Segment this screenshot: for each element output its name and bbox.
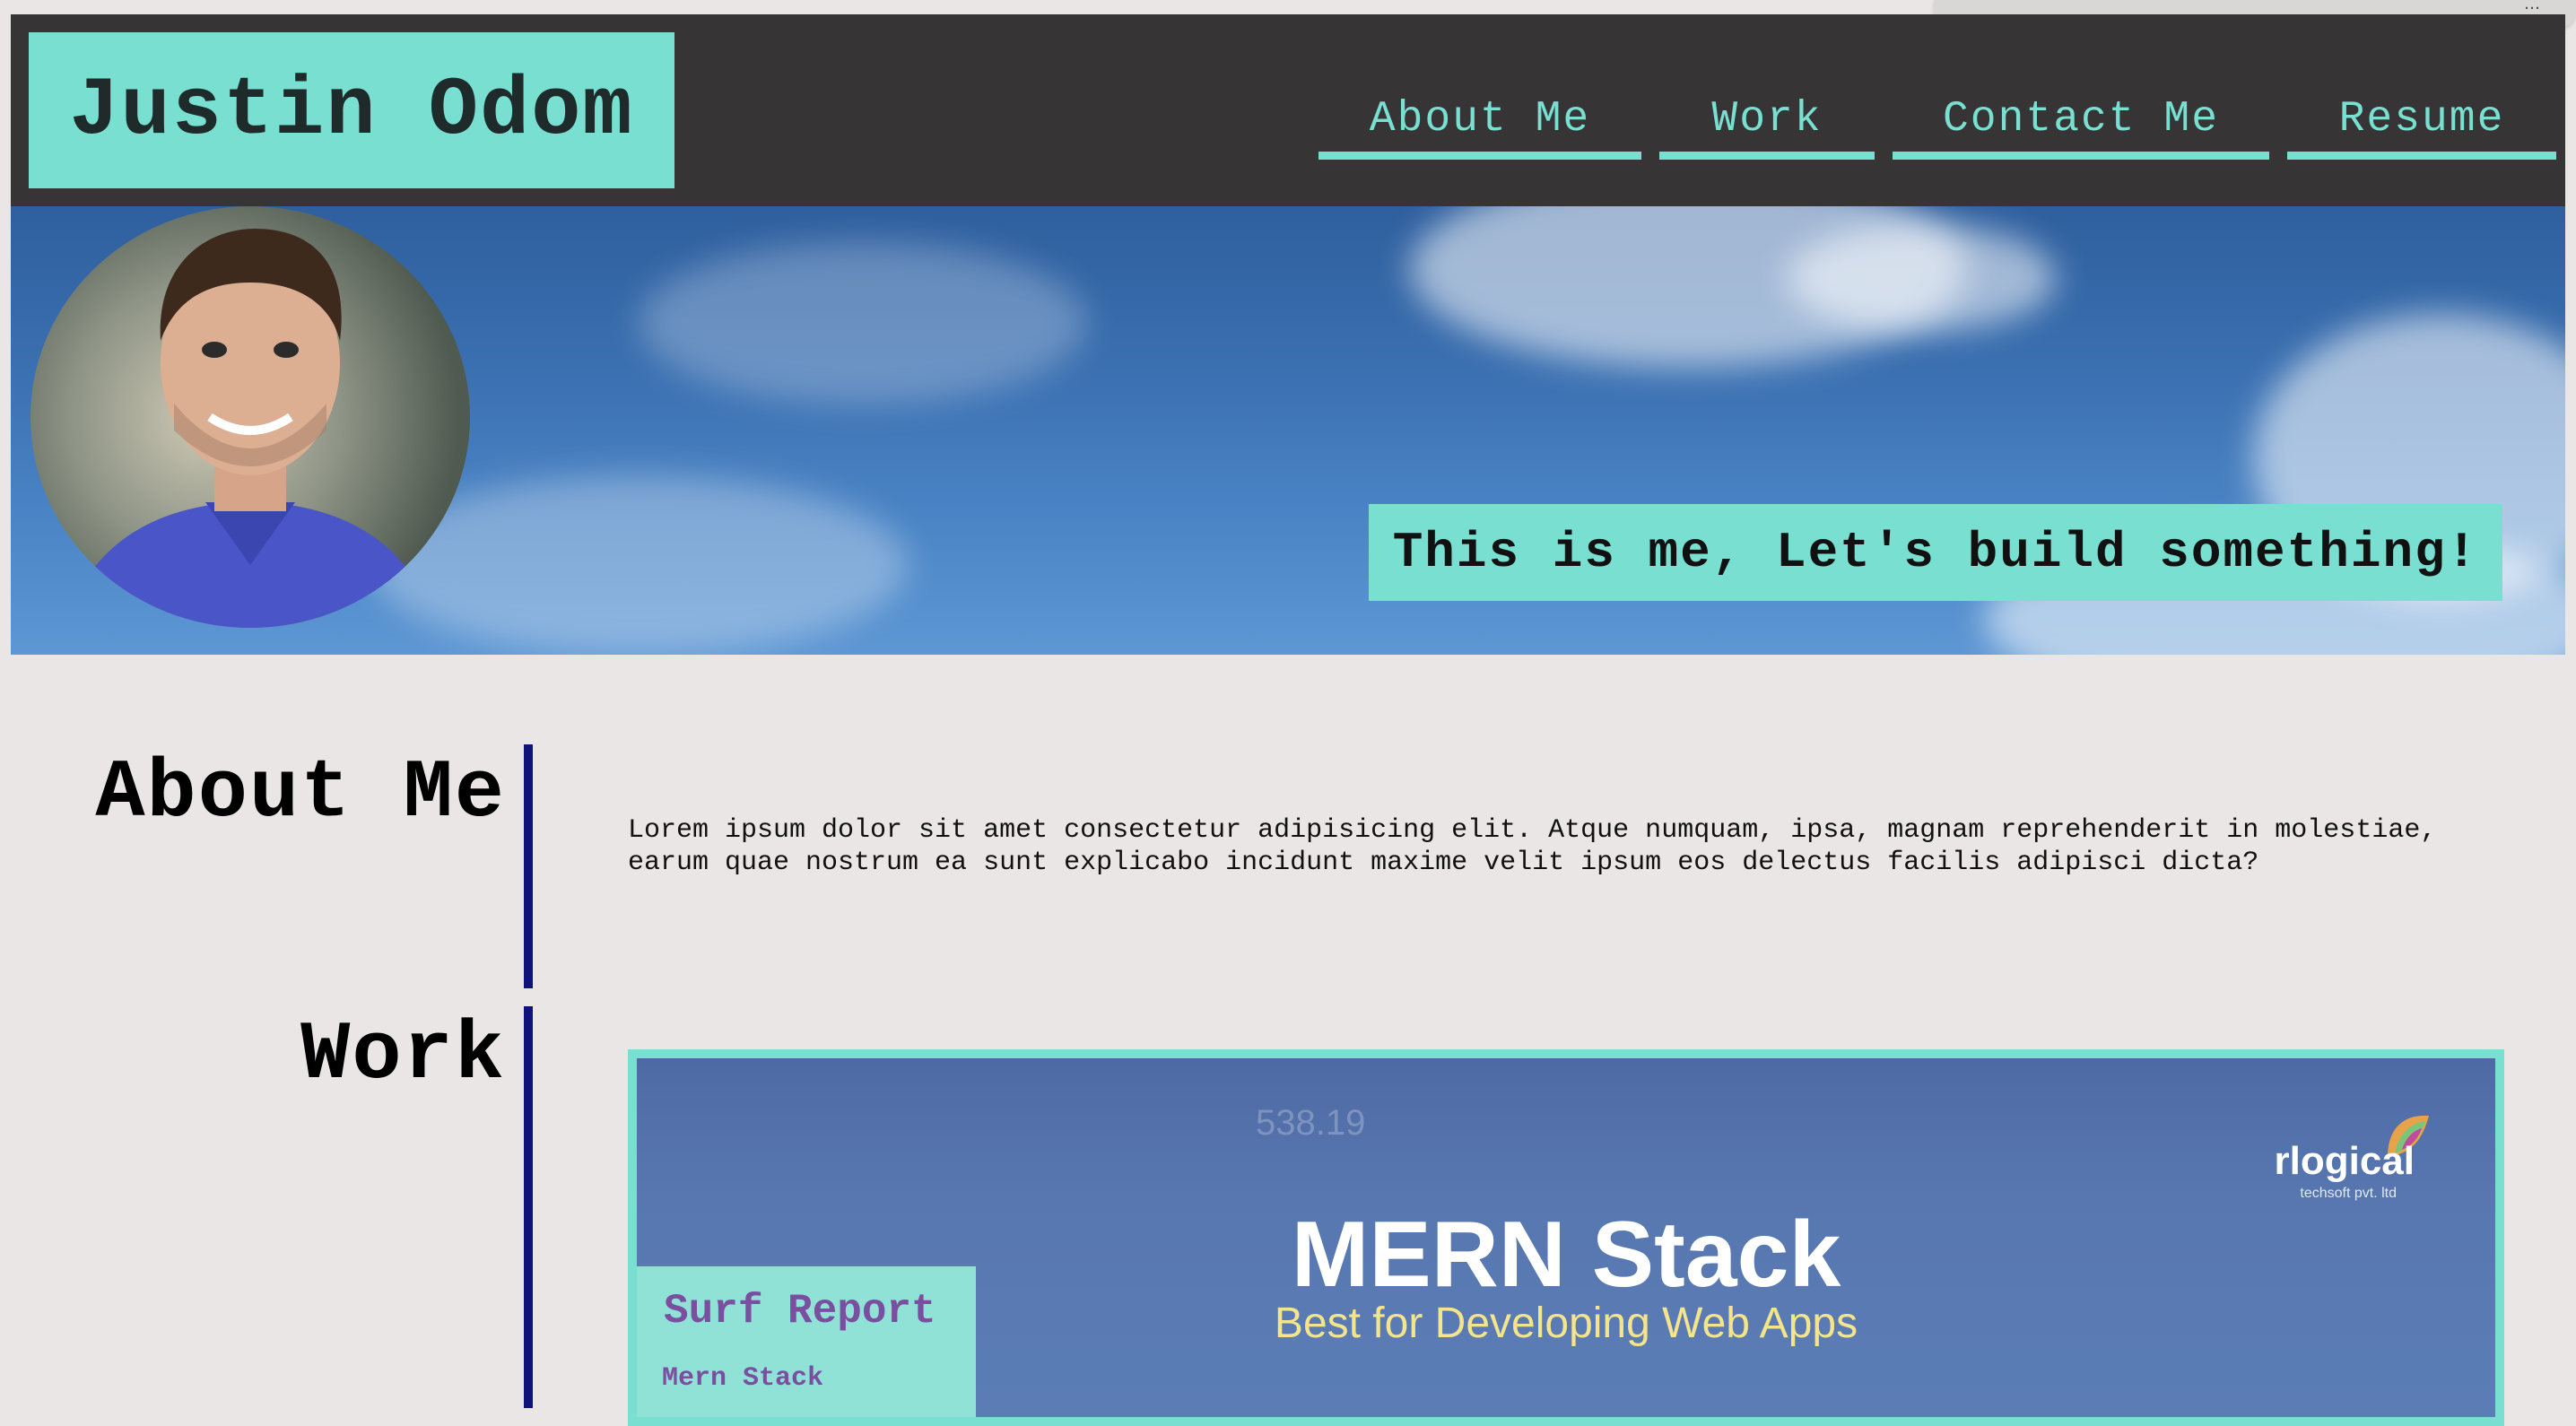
cloud [1787,224,2056,332]
hero-banner: This is me, Let's build something! [11,206,2565,655]
nav-contact[interactable]: Contact Me [1893,77,2269,160]
about-heading: About Me [95,746,506,840]
site-header: Justin Odom About Me Work Contact Me Res… [11,14,2565,206]
project-label[interactable]: Surf Report Mern Stack [637,1266,976,1417]
project-card[interactable]: 538.19 rlogical techsoft pvt. ltd MERN S… [628,1049,2504,1426]
nav-about[interactable]: About Me [1318,77,1641,160]
work-divider [524,1006,533,1408]
cloud [639,242,1087,404]
about-divider [524,744,533,988]
image-ticker-text: 538.19 [1256,1103,1366,1143]
project-tech: Mern Stack [662,1363,824,1394]
hero-tagline: This is me, Let's build something! [1369,504,2502,601]
project-title[interactable]: Surf Report [664,1288,936,1335]
person-avatar-icon [66,229,434,628]
profile-photo [30,206,470,628]
nav-resume[interactable]: Resume [2287,77,2556,160]
nav-work[interactable]: Work [1659,77,1875,160]
work-heading: Work [300,1008,506,1102]
tagline-text: This is me, Let's build something! [1392,524,2479,581]
about-text: Lorem ipsum dolor sit amet consectetur a… [628,815,2437,878]
more-icon[interactable]: … [2524,0,2540,13]
image-brand-sub: techsoft pvt. ltd [2300,1186,2397,1201]
main-nav: About Me Work Contact Me Resume [11,77,2565,167]
image-brand: rlogical [2274,1139,2415,1183]
